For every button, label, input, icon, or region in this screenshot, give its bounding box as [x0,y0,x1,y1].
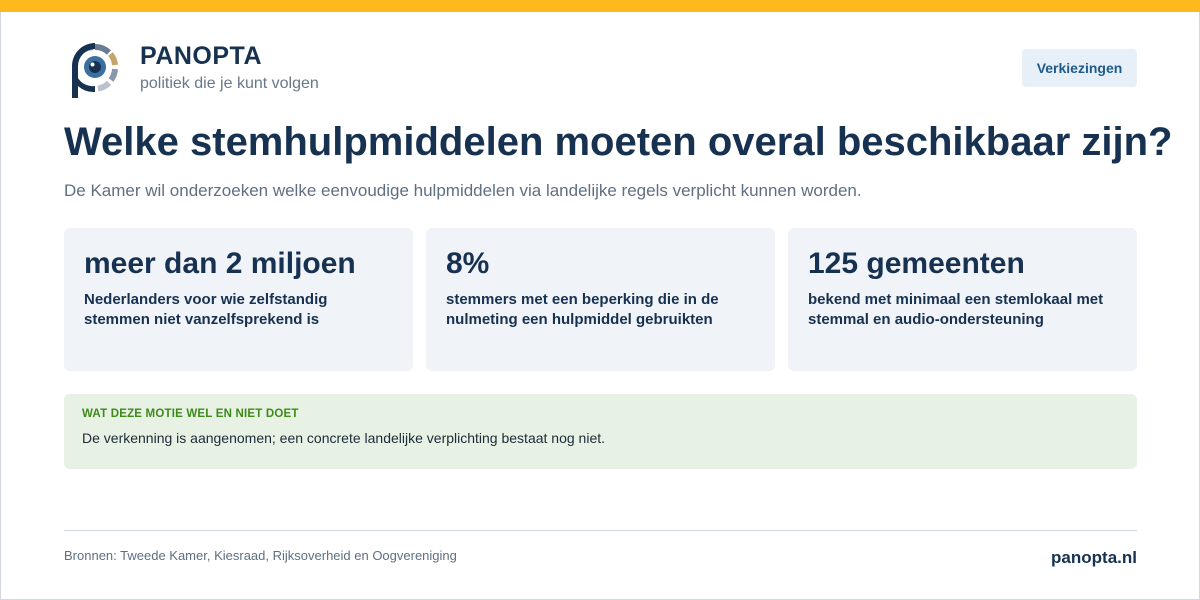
footer-divider [64,530,1137,531]
stat-value: 125 gemeenten [808,247,1025,280]
brand-name[interactable]: PANOPTA [140,42,262,71]
stat-card-municipalities: 125 gemeenten bekend met minimaal een st… [788,228,1137,371]
stat-card-voters: meer dan 2 miljoen Nederlanders voor wie… [64,228,413,371]
stat-card-percentage: 8% stemmers met een beperking die in de … [426,228,775,371]
notice-heading: WAT DEZE MOTIE WEL EN NIET DOET [82,408,299,420]
stat-value: 8% [446,247,490,280]
stat-description: bekend met minimaal een stemlokaal met s… [808,291,1104,328]
page-subtitle: De Kamer wil onderzoeken welke eenvoudig… [64,181,862,200]
notice-text: De verkenning is aangenomen; een concret… [82,430,606,446]
verkiezingen-nav-button[interactable]: Verkiezingen [1022,49,1137,87]
sources-text: Bronnen: Tweede Kamer, Kiesraad, Rijksov… [64,548,457,563]
accent-top-bar [0,0,1200,12]
stat-description: stemmers met een beperking die in de nul… [446,291,719,328]
page-title: Welke stemhulpmiddelen moeten overal bes… [64,120,1173,164]
brand-tagline: politiek die je kunt volgen [140,75,319,92]
footer-domain-link[interactable]: panopta.nl [1051,548,1137,568]
stat-value: meer dan 2 miljoen [84,247,356,280]
stats-row: meer dan 2 miljoen Nederlanders voor wie… [64,228,1137,371]
stat-description: Nederlanders voor wie zelfstandig stemme… [84,291,328,328]
motion-notice-box: WAT DEZE MOTIE WEL EN NIET DOET De verke… [64,394,1137,469]
panopta-eye-logo-icon[interactable] [64,38,126,100]
